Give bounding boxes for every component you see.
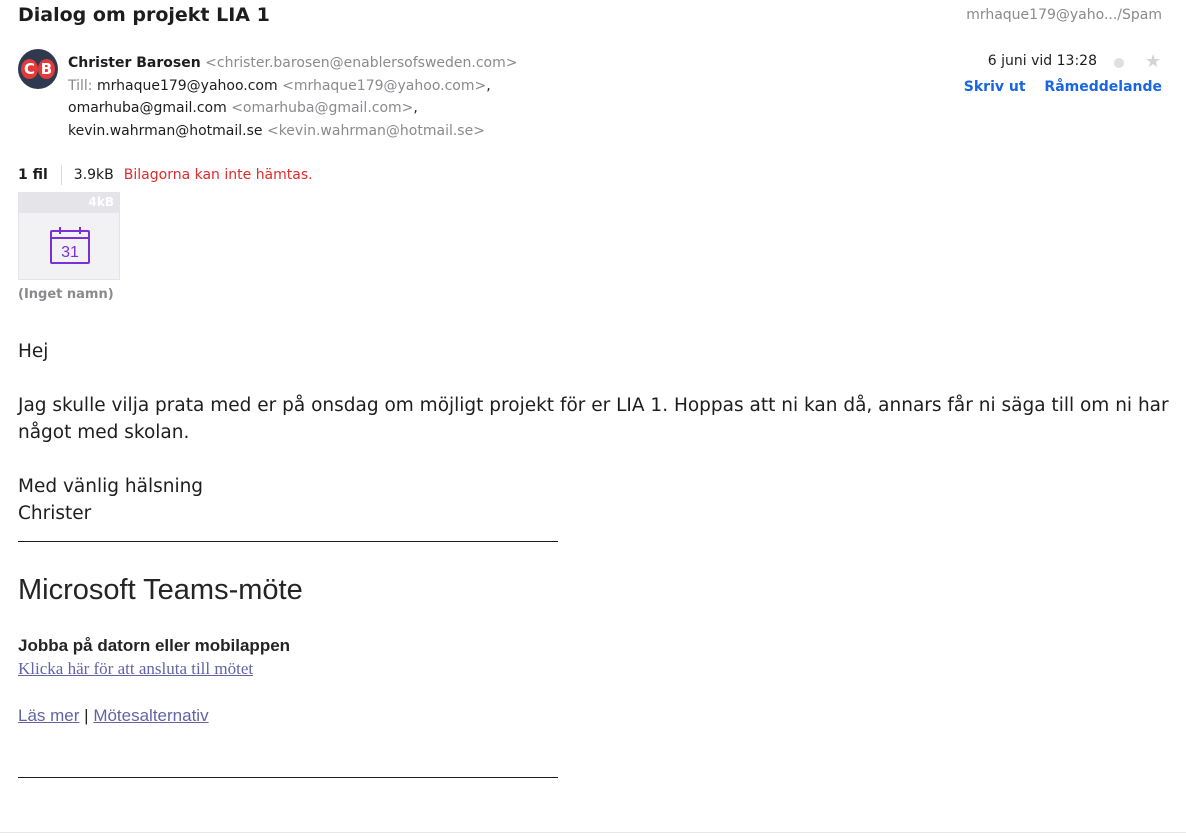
email-body: Hej Jag skulle vilja prata med er på ons… [18, 338, 1173, 527]
recipient-email[interactable]: <mrhaque179@yahoo.com> [282, 78, 486, 94]
teams-subheading: Jobba på datorn eller mobilappen [18, 636, 291, 655]
signature: Christer [18, 503, 92, 524]
calendar-icon: 31 [50, 227, 90, 264]
attachment-total-size: 3.9kB [73, 167, 114, 183]
learn-more-link[interactable]: Läs mer [18, 706, 79, 725]
recipient-suffix: , [486, 77, 491, 94]
recipient-email[interactable]: <kevin.wahrman@hotmail.se> [267, 123, 485, 139]
recipient-line-1: Till: mrhaque179@yahoo.com <mrhaque179@y… [68, 75, 517, 98]
recipient-suffix: , [413, 100, 418, 116]
attachment-size-bar: 4kB [19, 193, 119, 213]
bottom-border [0, 832, 1186, 833]
avatar-initial-1: C [21, 59, 38, 79]
avatar-initial-2: B [38, 59, 55, 79]
attachment-name: (Inget namn) [18, 287, 114, 302]
meeting-options-link[interactable]: Mötesalternativ [93, 706, 208, 725]
closing: Med vänlig hälsning [18, 476, 204, 497]
calendar-day: 31 [61, 244, 79, 261]
to-label: Till: [68, 77, 93, 94]
star-icon[interactable]: ★ [1145, 51, 1161, 72]
divider-line [18, 541, 558, 542]
email-header: Christer Barosen <christer.barosen@enabl… [68, 52, 517, 142]
greeting: Hej [18, 341, 49, 362]
sender-name[interactable]: Christer Barosen [68, 55, 201, 71]
print-button[interactable]: Skriv ut [964, 79, 1026, 95]
recipient-name[interactable]: omarhuba@gmail.com [68, 100, 227, 116]
recipient-email[interactable]: <omarhuba@gmail.com> [231, 100, 413, 116]
email-date: 6 juni vid 13:28 [987, 53, 1097, 69]
recipient-line-2: omarhuba@gmail.com <omarhuba@gmail.com>, [68, 97, 517, 120]
sender-avatar: CB [18, 49, 58, 89]
folder-path[interactable]: mrhaque179@yaho.../Spam [966, 7, 1162, 23]
email-actions: Skriv ut Råmeddelande [950, 79, 1162, 95]
body-paragraph: Jag skulle vilja prata med er på onsdag … [18, 395, 1169, 443]
recipient-name[interactable]: kevin.wahrman@hotmail.se [68, 123, 263, 139]
sender-line: Christer Barosen <christer.barosen@enabl… [68, 52, 517, 75]
recipient-name[interactable]: mrhaque179@yahoo.com [97, 78, 278, 94]
teams-title: Microsoft Teams-möte [18, 574, 303, 606]
attachments-summary: 1 fil 3.9kB Bilagorna kan inte hämtas. [18, 165, 313, 185]
raw-message-button[interactable]: Råmeddelande [1044, 79, 1162, 95]
read-status-dot-icon[interactable] [1114, 58, 1124, 68]
teams-links: Läs mer | Mötesalternativ [18, 706, 209, 726]
attachment-tile[interactable]: 4kB 31 [18, 192, 120, 280]
sender-email[interactable]: <christer.barosen@enablersofsweden.com> [205, 55, 517, 71]
divider-line [18, 777, 558, 778]
attachment-count: 1 fil [18, 167, 48, 183]
recipient-line-3: kevin.wahrman@hotmail.se <kevin.wahrman@… [68, 120, 517, 143]
attachment-error: Bilagorna kan inte hämtas. [123, 167, 313, 183]
link-separator: | [84, 706, 89, 725]
divider [60, 165, 62, 185]
join-meeting-link[interactable]: Klicka här för att ansluta till mötet [18, 659, 253, 679]
attachment-size: 4kB [88, 195, 114, 209]
email-subject: Dialog om projekt LIA 1 [18, 4, 270, 26]
